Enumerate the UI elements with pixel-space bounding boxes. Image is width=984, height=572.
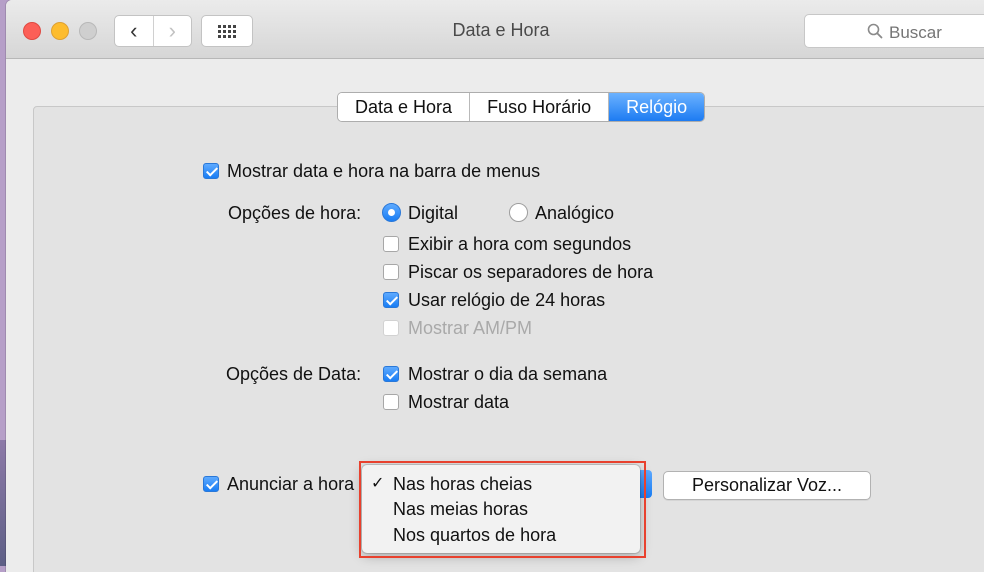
- menu-item-meias-horas[interactable]: Nas meias horas: [362, 497, 640, 521]
- use-24h-label: Usar relógio de 24 horas: [408, 290, 606, 310]
- announce-label: Anunciar a hora: [227, 474, 355, 494]
- menu-item-horas-cheias[interactable]: ✓ Nas horas cheias: [362, 472, 640, 496]
- tab-fuso-horario[interactable]: Fuso Horário: [470, 93, 610, 121]
- digital-radio[interactable]: [382, 203, 401, 222]
- preferences-window: ‹ › Data e Hora Data e Hora Fuso Horário: [6, 0, 984, 572]
- time-options-label: Opções de hora:: [228, 203, 362, 223]
- announce-popup-arrow[interactable]: [638, 470, 652, 498]
- tab-data-e-hora[interactable]: Data e Hora: [338, 93, 471, 121]
- menu-item-label: Nos quartos de hora: [393, 525, 557, 545]
- tab-bar: Data e Hora Fuso Horário Relógio: [337, 92, 706, 122]
- show-menubar-checkbox[interactable]: [203, 163, 219, 179]
- show-ampm-checkbox: [383, 320, 399, 336]
- search-input[interactable]: [889, 23, 984, 43]
- announce-dropdown-menu: ✓ Nas horas cheias Nas meias horas Nos q…: [362, 465, 640, 553]
- show-weekday-checkbox[interactable]: [383, 366, 399, 382]
- show-menubar-label: Mostrar data e hora na barra de menus: [227, 161, 541, 181]
- date-options-label: Opções de Data:: [226, 364, 362, 384]
- customize-voice-button[interactable]: Personalizar Voz...: [663, 471, 871, 500]
- analog-radio[interactable]: [509, 203, 528, 222]
- use-24h-checkbox[interactable]: [383, 292, 399, 308]
- tab-relogio[interactable]: Relógio: [609, 93, 705, 121]
- show-ampm-label: Mostrar AM/PM: [408, 318, 533, 338]
- menu-item-quartos-de-hora[interactable]: Nos quartos de hora: [362, 523, 640, 547]
- announce-checkbox[interactable]: [203, 476, 219, 492]
- show-weekday-label: Mostrar o dia da semana: [408, 364, 608, 384]
- menu-item-label: Nas horas cheias: [393, 474, 533, 494]
- search-field[interactable]: [804, 14, 984, 48]
- search-icon: [867, 23, 883, 39]
- flash-separators-checkbox[interactable]: [383, 264, 399, 280]
- digital-label: Digital: [408, 203, 459, 223]
- toolbar: ‹ › Data e Hora: [6, 0, 984, 59]
- show-seconds-label: Exibir a hora com segundos: [408, 234, 632, 254]
- flash-separators-label: Piscar os separadores de hora: [408, 262, 654, 282]
- show-date-label: Mostrar data: [408, 392, 510, 412]
- show-seconds-checkbox[interactable]: [383, 236, 399, 252]
- analog-label: Analógico: [535, 203, 615, 223]
- menu-item-label: Nas meias horas: [393, 499, 529, 519]
- checkmark-icon: ✓: [371, 475, 385, 492]
- show-date-checkbox[interactable]: [383, 394, 399, 410]
